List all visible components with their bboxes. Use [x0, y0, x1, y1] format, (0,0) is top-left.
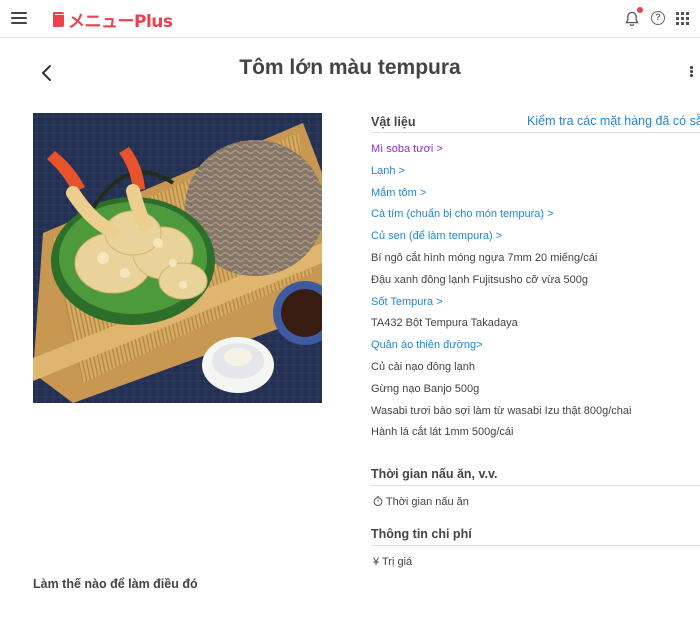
ingredient-item: Hành lá cắt lát 1mm 500g/cái — [371, 426, 514, 439]
ingredient-item: Wasabi tươi bào sợi làm từ wasabi Izu th… — [371, 404, 632, 417]
cooking-time-row: Thời gian nấu ăn — [373, 496, 469, 508]
app-logo[interactable]: メニューPlus — [53, 8, 173, 32]
stopwatch-icon — [373, 496, 383, 506]
ingredient-item: Củ cải nạo đông lạnh — [371, 361, 475, 373]
check-available-items-link[interactable]: Kiểm tra các mặt hàng đã có sẵn — [527, 114, 700, 128]
ingredients-heading: Vật liệu — [371, 115, 416, 129]
ingredient-item: TA432 Bột Tempura Takadaya — [371, 317, 518, 330]
divider — [371, 132, 700, 133]
divider — [371, 545, 700, 546]
dish-photo — [33, 113, 322, 403]
kebab-icon[interactable] — [689, 66, 695, 80]
book-icon — [53, 11, 66, 27]
bell-icon[interactable] — [625, 7, 643, 27]
ingredient-item[interactable]: Quần áo thiên đường> — [371, 339, 483, 351]
question-circle-icon[interactable]: ? — [651, 11, 665, 25]
cost-label: ¥ Trị giá — [373, 556, 413, 568]
ingredient-item[interactable]: Mì soba tươi > — [371, 143, 443, 155]
hamburger-icon[interactable] — [11, 12, 27, 25]
cooking-time-label: Thời gian nấu ăn — [385, 496, 469, 508]
ingredient-item: Đậu xanh đông lạnh Fujitsusho cỡ vừa 500… — [371, 273, 588, 286]
howto-heading: Làm thế nào để làm điều đó — [33, 577, 198, 591]
ingredient-item[interactable]: Mắm tôm > — [371, 187, 426, 199]
page-title: Tôm lớn màu tempura — [239, 56, 461, 79]
ingredient-item: Bí ngô cắt hình móng ngựa 7mm 20 miếng/c… — [371, 252, 598, 264]
ingredient-item[interactable]: Lạnh > — [371, 165, 405, 177]
ingredient-item[interactable]: Sốt Tempura > — [371, 296, 443, 308]
logo-text: メニューPlus — [68, 11, 173, 32]
top-bar: メニューPlus ? — [0, 0, 700, 38]
ingredient-item[interactable]: Củ sen (để làm tempura) > — [371, 230, 502, 242]
ingredient-item: Gừng nạo Banjo 500g — [371, 382, 480, 395]
divider — [371, 485, 700, 486]
cost-heading: Thông tin chi phí — [371, 527, 472, 541]
grid-icon[interactable] — [676, 12, 689, 25]
cooking-time-heading: Thời gian nấu ăn, v.v. — [371, 467, 498, 481]
ingredient-item[interactable]: Cà tím (chuẩn bị cho món tempura) > — [371, 208, 554, 220]
notification-dot — [637, 7, 643, 13]
